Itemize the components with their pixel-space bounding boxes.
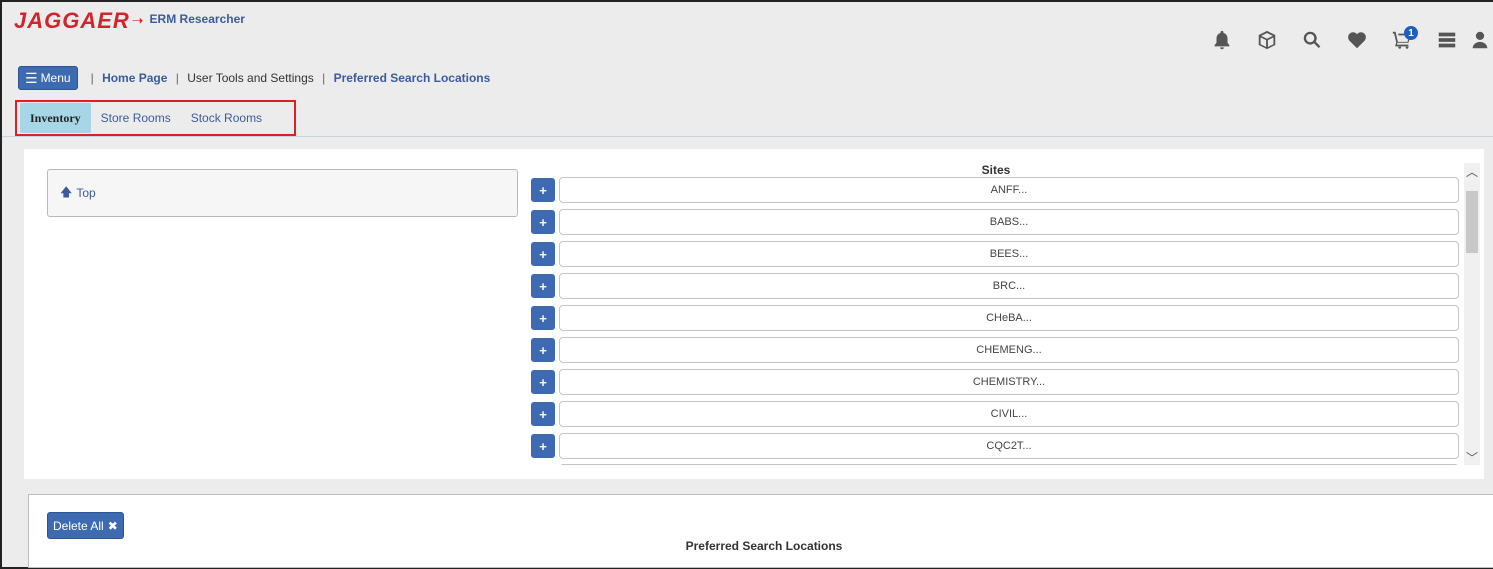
site-row: + BRC... bbox=[531, 273, 1459, 300]
site-row: + bbox=[531, 464, 1459, 465]
hamburger-icon: ☰ bbox=[25, 69, 38, 86]
app-window: JAGGAER ➝ ERM Researcher 1 ☰ Menu | Home… bbox=[0, 0, 1493, 569]
breadcrumb-current[interactable]: Preferred Search Locations bbox=[334, 71, 491, 85]
site-row: + CHEMENG... bbox=[531, 337, 1459, 364]
add-site-button[interactable]: + bbox=[531, 178, 555, 202]
tab-stock-rooms[interactable]: Stock Rooms bbox=[181, 103, 272, 133]
search-icon[interactable] bbox=[1289, 28, 1334, 52]
site-item[interactable]: BRC... bbox=[559, 273, 1459, 299]
scroll-thumb[interactable] bbox=[1466, 191, 1478, 253]
tree-top[interactable]: 🡅 Top bbox=[47, 169, 518, 217]
site-item[interactable]: CHEMENG... bbox=[559, 337, 1459, 363]
logo-text: JAGGAER bbox=[14, 8, 130, 33]
logo[interactable]: JAGGAER ➝ ERM Researcher bbox=[14, 8, 245, 34]
add-site-button[interactable]: + bbox=[531, 210, 555, 234]
add-site-button[interactable]: + bbox=[531, 274, 555, 298]
scroll-down-icon[interactable]: ﹀ bbox=[1464, 449, 1480, 465]
user-icon[interactable] bbox=[1469, 28, 1493, 52]
heart-icon[interactable] bbox=[1334, 28, 1379, 52]
delete-all-button[interactable]: Delete All ✖ bbox=[47, 512, 124, 539]
server-icon[interactable] bbox=[1424, 28, 1469, 52]
site-item[interactable]: CHEMISTRY... bbox=[559, 369, 1459, 395]
header: JAGGAER ➝ ERM Researcher 1 ☰ Menu | Home… bbox=[2, 2, 1493, 136]
tabs-highlight: Inventory Store Rooms Stock Rooms bbox=[15, 100, 296, 136]
site-list[interactable]: + ANFF... + BABS... + BEES... + BRC... +… bbox=[531, 177, 1459, 465]
site-item[interactable]: BABS... bbox=[559, 209, 1459, 235]
breadcrumb-home[interactable]: Home Page bbox=[102, 71, 167, 85]
tab-store-rooms[interactable]: Store Rooms bbox=[91, 103, 181, 133]
site-row: + CQC2T... bbox=[531, 433, 1459, 460]
cube-icon[interactable] bbox=[1244, 28, 1289, 52]
menu-button[interactable]: ☰ Menu bbox=[18, 66, 78, 90]
add-site-button[interactable]: + bbox=[531, 338, 555, 362]
add-site-button[interactable]: + bbox=[531, 434, 555, 458]
site-row: + CHEMISTRY... bbox=[531, 369, 1459, 396]
bell-icon[interactable] bbox=[1199, 28, 1244, 52]
site-item[interactable]: CIVIL... bbox=[559, 401, 1459, 427]
add-site-button[interactable]: + bbox=[531, 402, 555, 426]
add-site-button[interactable]: + bbox=[531, 242, 555, 266]
tab-inventory[interactable]: Inventory bbox=[20, 103, 91, 133]
site-item[interactable]: ANFF... bbox=[559, 177, 1459, 203]
add-site-button[interactable]: + bbox=[531, 370, 555, 394]
location-browser: 🡅 Top Sites + ANFF... + BABS... + BEES..… bbox=[24, 149, 1484, 479]
logo-arrow-icon: ➝ bbox=[131, 12, 144, 28]
app-name: ERM Researcher bbox=[149, 12, 245, 26]
cart-count-badge: 1 bbox=[1404, 26, 1418, 40]
site-row: + CHeBA... bbox=[531, 305, 1459, 332]
add-site-button[interactable]: + bbox=[531, 306, 555, 330]
breadcrumb-user-tools[interactable]: User Tools and Settings bbox=[187, 71, 314, 85]
scroll-up-icon[interactable]: ︿ bbox=[1464, 163, 1480, 179]
site-item[interactable]: CHeBA... bbox=[559, 305, 1459, 331]
menu-label: Menu bbox=[40, 71, 71, 85]
breadcrumb: | Home Page | User Tools and Settings | … bbox=[90, 71, 491, 85]
delete-all-label: Delete All bbox=[53, 518, 104, 533]
tree-top-label: Top bbox=[76, 186, 96, 200]
top-icon-bar: 1 bbox=[1199, 26, 1493, 52]
site-list-scrollbar[interactable]: ︿ ﹀ bbox=[1464, 163, 1480, 465]
site-row: + CIVIL... bbox=[531, 401, 1459, 428]
sites-title: Sites bbox=[981, 163, 1011, 177]
nav-row: ☰ Menu | Home Page | User Tools and Sett… bbox=[18, 66, 490, 90]
preferred-locations-panel: Delete All ✖ Preferred Search Locations bbox=[28, 494, 1493, 568]
close-icon: ✖ bbox=[107, 518, 118, 533]
site-item[interactable]: BEES... bbox=[559, 241, 1459, 267]
site-row: + ANFF... bbox=[531, 177, 1459, 204]
arrow-up-icon: 🡅 bbox=[60, 184, 73, 199]
header-divider bbox=[2, 136, 1493, 137]
cart-icon[interactable]: 1 bbox=[1379, 26, 1424, 52]
preferred-title: Preferred Search Locations bbox=[685, 539, 843, 553]
site-item[interactable]: CQC2T... bbox=[559, 433, 1459, 459]
site-row: + BABS... bbox=[531, 209, 1459, 236]
site-row: + BEES... bbox=[531, 241, 1459, 268]
site-item[interactable] bbox=[559, 464, 1459, 465]
